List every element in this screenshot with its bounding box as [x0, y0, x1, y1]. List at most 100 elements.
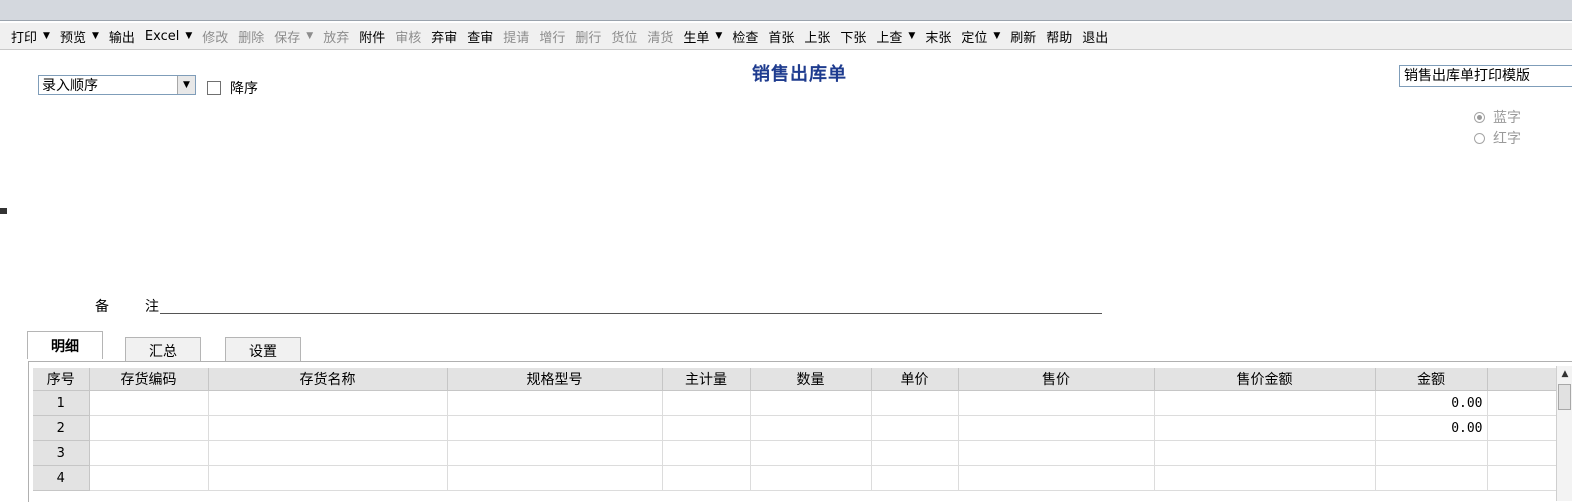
- toolbar-button[interactable]: 定位 ▼: [956, 24, 1005, 48]
- column-header[interactable]: 主计量: [662, 368, 751, 391]
- toolbar-button[interactable]: 首张: [763, 24, 799, 48]
- checkbox-box[interactable]: [207, 81, 221, 95]
- toolbar-button[interactable]: 删行: [570, 24, 606, 48]
- table-cell[interactable]: [1487, 415, 1558, 441]
- toolbar-button[interactable]: 打印 ▼: [6, 24, 55, 48]
- toolbar-button[interactable]: 预览 ▼: [55, 24, 104, 48]
- column-header[interactable]: 售价金额: [1154, 368, 1376, 391]
- table-cell[interactable]: 0.00: [1375, 415, 1488, 441]
- sort-order-select[interactable]: 录入顺序 ▼: [38, 75, 196, 95]
- column-header[interactable]: 数量: [750, 368, 872, 391]
- toolbar-button[interactable]: 放弃: [318, 24, 354, 48]
- toolbar-button[interactable]: 清货: [642, 24, 678, 48]
- table-cell[interactable]: [208, 415, 448, 441]
- toolbar-button[interactable]: 修改: [197, 24, 233, 48]
- table-cell[interactable]: [89, 390, 209, 416]
- toolbar-button[interactable]: 生单 ▼: [678, 24, 727, 48]
- column-header[interactable]: 存货编码: [89, 368, 209, 391]
- table-cell[interactable]: [447, 415, 663, 441]
- table-cell[interactable]: [1154, 465, 1376, 491]
- tab-detail[interactable]: 明细: [27, 331, 103, 359]
- table-cell[interactable]: [447, 440, 663, 466]
- table-cell[interactable]: [662, 390, 751, 416]
- column-header[interactable]: 售价: [958, 368, 1155, 391]
- table-cell[interactable]: [447, 465, 663, 491]
- toolbar-button[interactable]: Excel ▼: [140, 24, 197, 48]
- radio-blue[interactable]: 蓝字: [1474, 107, 1521, 127]
- table-cell[interactable]: [871, 415, 959, 441]
- dropdown-arrow-icon[interactable]: ▼: [715, 31, 722, 41]
- table-row[interactable]: 1 0.00: [33, 390, 1558, 416]
- dropdown-arrow-icon[interactable]: ▼: [306, 31, 313, 41]
- table-cell[interactable]: [750, 465, 872, 491]
- tab-settings[interactable]: 设置: [225, 337, 301, 362]
- table-cell[interactable]: [447, 390, 663, 416]
- table-cell[interactable]: [1487, 465, 1558, 491]
- toolbar-button[interactable]: 下张: [835, 24, 871, 48]
- table-cell[interactable]: [958, 440, 1155, 466]
- column-header[interactable]: 规格型号: [447, 368, 663, 391]
- table-cell[interactable]: [208, 390, 448, 416]
- dropdown-arrow-icon[interactable]: ▼: [92, 31, 99, 41]
- toolbar-button[interactable]: 输出: [104, 24, 140, 48]
- grid-vertical-scrollbar[interactable]: ▲: [1556, 366, 1572, 501]
- table-cell[interactable]: [662, 465, 751, 491]
- table-cell[interactable]: [89, 415, 209, 441]
- toolbar-button[interactable]: 删除: [233, 24, 269, 48]
- radio-blue-indicator[interactable]: [1474, 111, 1485, 123]
- column-header[interactable]: 存货名称: [208, 368, 448, 391]
- table-cell[interactable]: [750, 440, 872, 466]
- toolbar-button[interactable]: 刷新: [1005, 24, 1041, 48]
- toolbar-button[interactable]: 保存 ▼: [269, 24, 318, 48]
- toolbar-button[interactable]: 帮助: [1041, 24, 1077, 48]
- table-cell[interactable]: [1487, 390, 1558, 416]
- table-cell[interactable]: 0.00: [1375, 390, 1488, 416]
- table-cell[interactable]: [208, 440, 448, 466]
- toolbar-button[interactable]: 检查: [727, 24, 763, 48]
- table-cell[interactable]: [958, 465, 1155, 491]
- table-cell[interactable]: [89, 440, 209, 466]
- table-cell[interactable]: [1487, 440, 1558, 466]
- dropdown-arrow-icon[interactable]: ▼: [908, 31, 915, 41]
- column-header[interactable]: [1487, 368, 1558, 391]
- table-cell[interactable]: [871, 465, 959, 491]
- table-cell[interactable]: [1375, 465, 1488, 491]
- table-cell[interactable]: [871, 440, 959, 466]
- radio-red[interactable]: 红字: [1474, 128, 1521, 148]
- scroll-up-icon[interactable]: ▲: [1557, 366, 1572, 382]
- column-header[interactable]: 金额: [1375, 368, 1488, 391]
- table-cell[interactable]: [1154, 415, 1376, 441]
- scroll-thumb[interactable]: [1558, 384, 1571, 410]
- tab-summary[interactable]: 汇总: [125, 337, 201, 362]
- dropdown-arrow-icon[interactable]: ▼: [43, 31, 50, 41]
- table-row[interactable]: 4: [33, 465, 1558, 491]
- table-cell[interactable]: [958, 390, 1155, 416]
- toolbar-button[interactable]: 审核: [390, 24, 426, 48]
- toolbar-button[interactable]: 提请: [498, 24, 534, 48]
- dropdown-arrow-icon[interactable]: ▼: [185, 31, 192, 41]
- print-template-select[interactable]: 销售出库单打印模版: [1399, 65, 1572, 87]
- column-header[interactable]: 单价: [871, 368, 959, 391]
- table-cell[interactable]: [208, 465, 448, 491]
- toolbar-button[interactable]: 附件: [354, 24, 390, 48]
- toolbar-button[interactable]: 上查 ▼: [871, 24, 920, 48]
- remark-input[interactable]: [160, 313, 1102, 314]
- chevron-down-icon[interactable]: ▼: [177, 76, 195, 94]
- table-cell[interactable]: [871, 390, 959, 416]
- table-cell[interactable]: [750, 415, 872, 441]
- table-cell[interactable]: [662, 440, 751, 466]
- toolbar-button[interactable]: 查审: [462, 24, 498, 48]
- table-cell[interactable]: [89, 465, 209, 491]
- column-header[interactable]: 序号: [33, 368, 90, 391]
- toolbar-button[interactable]: 货位: [606, 24, 642, 48]
- toolbar-button[interactable]: 增行: [534, 24, 570, 48]
- toolbar-button[interactable]: 末张: [920, 24, 956, 48]
- toolbar-button[interactable]: 上张: [799, 24, 835, 48]
- radio-red-indicator[interactable]: [1474, 132, 1485, 144]
- descending-checkbox[interactable]: 降序: [207, 78, 258, 98]
- table-row[interactable]: 2 0.00: [33, 415, 1558, 441]
- table-cell[interactable]: [1375, 440, 1488, 466]
- toolbar-button[interactable]: 退出: [1077, 24, 1113, 48]
- table-cell[interactable]: [1154, 390, 1376, 416]
- dropdown-arrow-icon[interactable]: ▼: [993, 31, 1000, 41]
